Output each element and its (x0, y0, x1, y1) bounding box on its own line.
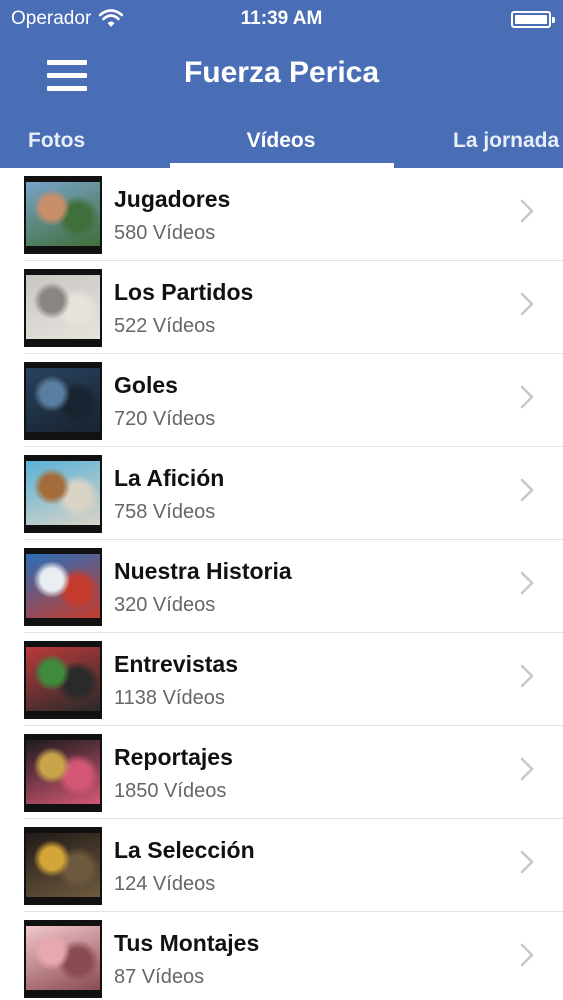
chevron-right-icon (520, 199, 534, 223)
list-item[interactable]: Los Partidos 522 Vídeos (24, 261, 563, 354)
chevron-right-icon (520, 571, 534, 595)
list-item[interactable]: Goles 720 Vídeos (24, 354, 563, 447)
category-thumbnail (24, 734, 102, 812)
tab-bar: Fotos Vídeos La jornada (0, 118, 563, 168)
chevron-right-icon (520, 385, 534, 409)
chevron-right-icon (520, 943, 534, 967)
category-title: Jugadores (114, 186, 231, 212)
list-item[interactable]: Nuestra Historia 320 Vídeos (24, 540, 563, 633)
category-video-count: 522 Vídeos (114, 315, 216, 337)
list-item[interactable]: Reportajes 1850 Vídeos (24, 726, 563, 819)
category-thumbnail (24, 641, 102, 719)
list-item[interactable]: Tus Montajes 87 Vídeos (24, 912, 563, 1000)
category-list: Jugadores 580 Vídeos Los Partidos 522 Vídeo… (0, 168, 563, 1000)
category-thumbnail (24, 362, 102, 440)
category-video-count: 720 Vídeos (114, 408, 216, 430)
category-thumbnail (24, 176, 102, 254)
category-title: Entrevistas (114, 651, 239, 677)
category-thumbnail (24, 920, 102, 998)
category-title: Nuestra Historia (114, 558, 292, 584)
category-video-count: 87 Vídeos (114, 966, 205, 988)
nav-bar: Fuerza Perica (0, 40, 563, 110)
tab-la-jornada[interactable]: La jornada (453, 118, 559, 168)
category-thumbnail (24, 827, 102, 905)
category-title: Tus Montajes (114, 930, 260, 956)
status-bar: Operador 11:39 AM (0, 0, 563, 40)
category-title: La Selección (114, 837, 255, 863)
category-video-count: 758 Vídeos (114, 501, 216, 523)
list-item[interactable]: Jugadores 580 Vídeos (24, 168, 563, 261)
category-title: Reportajes (114, 744, 233, 770)
category-video-count: 124 Vídeos (114, 873, 216, 895)
category-thumbnail (24, 455, 102, 533)
category-title: La Afición (114, 465, 225, 491)
chevron-right-icon (520, 664, 534, 688)
tab-videos[interactable]: Vídeos (168, 118, 394, 168)
category-thumbnail (24, 548, 102, 626)
chevron-right-icon (520, 478, 534, 502)
battery-icon (511, 11, 555, 28)
category-title: Los Partidos (114, 279, 254, 305)
category-video-count: 1138 Vídeos (114, 687, 225, 709)
list-item[interactable]: La Afición 758 Vídeos (24, 447, 563, 540)
page-title: Fuerza Perica (183, 56, 380, 89)
status-time: 11:39 AM (240, 8, 323, 29)
chevron-right-icon (520, 292, 534, 316)
chevron-right-icon (520, 850, 534, 874)
app-header: Operador 11:39 AM Fuerza Perica Fotos Ví… (0, 0, 563, 168)
list-item[interactable]: Entrevistas 1138 Vídeos (24, 633, 563, 726)
category-video-count: 1850 Vídeos (114, 780, 227, 802)
category-thumbnail (24, 269, 102, 347)
category-title: Goles (114, 372, 178, 398)
chevron-right-icon (520, 757, 534, 781)
category-video-count: 320 Vídeos (114, 594, 216, 616)
list-item[interactable]: La Selección 124 Vídeos (24, 819, 563, 912)
tab-fotos[interactable]: Fotos (28, 118, 85, 168)
category-video-count: 580 Vídeos (114, 222, 216, 244)
